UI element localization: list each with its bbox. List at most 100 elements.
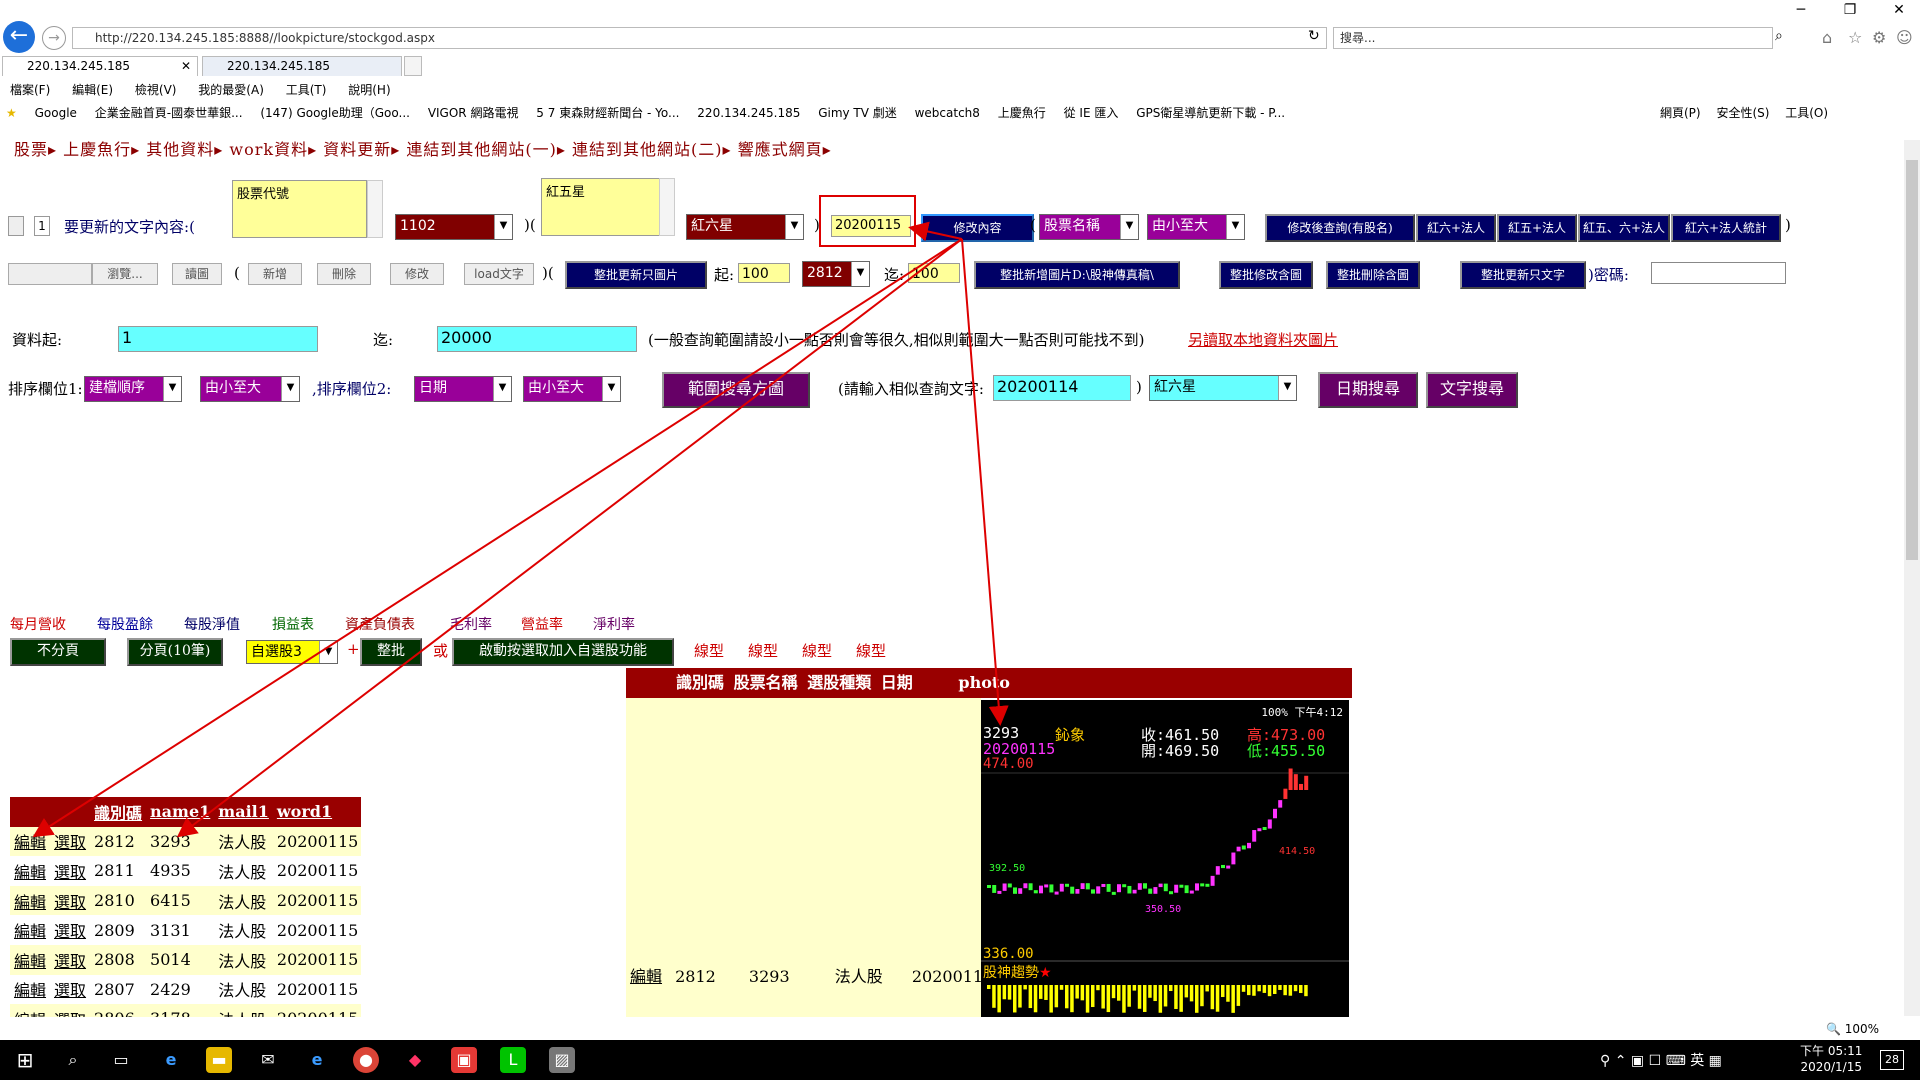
nav-responsive[interactable]: 響應式網頁 [738, 140, 823, 159]
nav-links1[interactable]: 連結到其他網站(一) [406, 140, 557, 159]
task-view-icon[interactable]: ▭ [108, 1047, 134, 1073]
edit-button[interactable]: 修改 [390, 263, 444, 285]
nav-fish[interactable]: 上慶魚行 [63, 140, 131, 159]
photo-app-icon[interactable]: ▨ [549, 1047, 575, 1073]
batch-update-images-button[interactable]: 整批更新只圖片 [565, 261, 707, 289]
red6-stats-button[interactable]: 紅六+法人統計 [1671, 214, 1781, 242]
link-operating[interactable]: 營益率 [521, 614, 563, 634]
range-search-button[interactable]: 範圍搜尋方圖 [662, 372, 810, 408]
date-input[interactable]: 20200115 [831, 215, 911, 237]
mail-icon[interactable]: ✉ [255, 1047, 281, 1073]
sort2-select[interactable]: 日期 ▼ [414, 376, 512, 402]
to-input[interactable]: 100 [908, 263, 960, 283]
batch-modify-images-button[interactable]: 整批修改含圖 [1219, 261, 1313, 289]
close-button[interactable]: ✕ [1884, 2, 1914, 18]
no-paging-button[interactable]: 不分頁 [10, 638, 106, 666]
textarea-scrollbar[interactable] [367, 180, 383, 238]
link-bvps[interactable]: 每股淨值 [184, 614, 240, 634]
tray-icons[interactable]: ⚲ ⌃ ▣ ☐ ⌨ 英 ▦ [1600, 1050, 1722, 1070]
add-button[interactable]: 新增 [248, 263, 302, 285]
sort1-dir-select[interactable]: 由小至大 ▼ [200, 376, 300, 402]
select-link[interactable]: 選取 [54, 952, 86, 971]
cmd-tools[interactable]: 工具(O) [1785, 106, 1828, 120]
edit-link[interactable]: 編輯 [630, 967, 662, 986]
stock-code-textarea[interactable]: 股票代號 [232, 180, 367, 238]
link-net[interactable]: 淨利率 [593, 614, 635, 634]
edit-link[interactable]: 編輯 [14, 893, 46, 912]
cmd-page[interactable]: 網頁(P) [1660, 106, 1701, 120]
fav-item[interactable]: 企業金融首頁-國泰世華銀... [95, 106, 243, 120]
home-icon[interactable]: ⌂ [1822, 28, 1832, 47]
fav-item[interactable]: webcatch8 [915, 106, 980, 120]
nav-links2[interactable]: 連結到其他網站(二) [572, 140, 723, 159]
checkbox[interactable] [8, 216, 24, 236]
refresh-icon[interactable]: ↻ [1308, 28, 1320, 44]
file-explorer-icon[interactable]: ▬ [206, 1047, 232, 1073]
browser-tab-1[interactable]: 220.134.245.185 ✕ [2, 56, 198, 76]
select-link[interactable]: 選取 [54, 922, 86, 941]
edge-icon[interactable]: e [158, 1047, 184, 1073]
menu-view[interactable]: 檢視(V) [135, 83, 177, 97]
data-to-input[interactable]: 20000 [437, 326, 637, 352]
nav-stock[interactable]: 股票 [14, 140, 48, 159]
color-textarea[interactable]: 紅五星 [541, 178, 661, 236]
line-type-link[interactable]: 線型 [856, 640, 886, 661]
search-box[interactable]: 搜尋... [1333, 27, 1773, 49]
edit-link[interactable]: 編輯 [14, 1011, 46, 1017]
address-bar[interactable]: http://220.134.245.185:8888//lookpicture… [72, 27, 1327, 49]
number-select[interactable]: 2812 ▼ [802, 261, 870, 287]
file-path-input[interactable] [8, 263, 92, 285]
smiley-icon[interactable]: ☺ [1896, 28, 1913, 47]
batch-update-text-button[interactable]: 整批更新只文字 [1460, 261, 1586, 289]
nav-work[interactable]: work資料 [229, 140, 308, 159]
restore-button[interactable]: ❐ [1835, 2, 1865, 18]
textarea2-scrollbar[interactable] [659, 178, 675, 236]
header-word1[interactable]: word1 [273, 797, 361, 827]
cmd-safety[interactable]: 安全性(S) [1716, 106, 1769, 120]
red-app-icon[interactable]: ▣ [451, 1047, 477, 1073]
data-from-input[interactable]: 1 [118, 326, 318, 352]
nav-update[interactable]: 資料更新 [323, 140, 391, 159]
scroll-thumb[interactable] [1906, 160, 1918, 560]
red5-legal-button[interactable]: 紅五+法人 [1497, 214, 1577, 242]
windows-start-icon[interactable]: ⊞ [12, 1047, 38, 1073]
line-type-link[interactable]: 線型 [694, 640, 724, 661]
date-search-button[interactable]: 日期搜尋 [1318, 372, 1418, 408]
close-tab-icon[interactable]: ✕ [181, 57, 191, 75]
from-input[interactable]: 100 [738, 263, 790, 283]
batch-delete-images-button[interactable]: 整批刪除含圖 [1326, 261, 1420, 289]
fav-item[interactable]: Gimy TV 劇迷 [818, 106, 897, 120]
delete-button[interactable]: 刪除 [317, 263, 371, 285]
chrome-icon[interactable]: ● [353, 1047, 379, 1073]
color-select[interactable]: 紅六星 ▼ [686, 214, 804, 240]
read-image-button[interactable]: 讀圖 [172, 263, 222, 285]
menu-file[interactable]: 檔案(F) [10, 83, 50, 97]
similar-input[interactable]: 20200114 [993, 375, 1131, 401]
sort2-dir-select[interactable]: 由小至大 ▼ [523, 376, 621, 402]
select-link[interactable]: 選取 [54, 1011, 86, 1017]
page-scrollbar[interactable] [1904, 140, 1920, 1016]
line-type-link[interactable]: 線型 [748, 640, 778, 661]
link-monthly-revenue[interactable]: 每月營收 [10, 614, 66, 634]
edit-link[interactable]: 編輯 [14, 952, 46, 971]
paging-button[interactable]: 分頁(10筆) [127, 638, 223, 666]
back-button[interactable]: ← [3, 21, 35, 53]
red6-legal-button[interactable]: 紅六+法人 [1416, 214, 1496, 242]
modify-content-button[interactable]: 修改內容 [921, 214, 1034, 242]
modify-query-button[interactable]: 修改後查詢(有股名) [1265, 214, 1415, 242]
search-icon[interactable]: ⌕ [1775, 28, 1783, 44]
edit-link[interactable]: 編輯 [14, 833, 46, 852]
header-id[interactable]: 識別碼 [90, 797, 146, 827]
sort1-select[interactable]: 建檔順序 ▼ [84, 376, 182, 402]
edit-link[interactable]: 編輯 [14, 863, 46, 882]
notification-badge[interactable]: 28 [1880, 1050, 1904, 1070]
line-type-link[interactable]: 線型 [802, 640, 832, 661]
new-tab-button[interactable] [404, 56, 422, 76]
browser-tab-2[interactable]: 220.134.245.185 [202, 56, 402, 76]
edit-link[interactable]: 編輯 [14, 922, 46, 941]
self-select[interactable]: 自選股3 ▼ [246, 640, 338, 664]
fav-item[interactable]: (147) Google助理（Goo... [260, 106, 410, 120]
gem-app-icon[interactable]: ◆ [402, 1047, 428, 1073]
load-text-button[interactable]: load文字 [464, 263, 534, 285]
header-mail1[interactable]: mail1 [214, 797, 273, 827]
